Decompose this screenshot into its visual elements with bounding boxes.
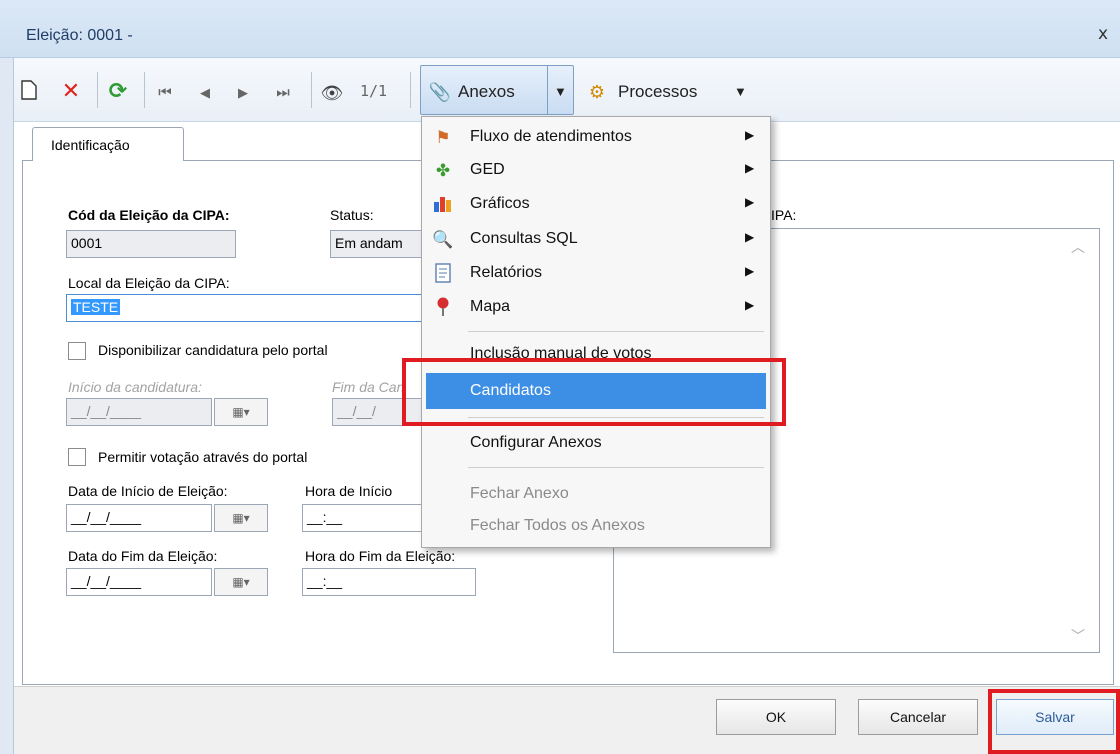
- disponibilizar-label: Disponibilizar candidatura pelo portal: [98, 342, 328, 358]
- toolbar-separator: [311, 72, 312, 108]
- status-label: Status:: [330, 207, 374, 223]
- highlight-box-save: [988, 689, 1120, 754]
- menu-item-fluxo[interactable]: ⚑ Fluxo de atendimentos ▶: [422, 122, 770, 154]
- data-inicio-label: Data de Início de Eleição:: [68, 483, 228, 499]
- cod-eleicao-label: Cód da Eleição da CIPA:: [68, 207, 230, 223]
- submenu-arrow-icon: ▶: [745, 161, 755, 175]
- new-document-icon[interactable]: [18, 80, 40, 106]
- ged-icon: ✤: [435, 161, 451, 180]
- next-record-icon[interactable]: ▶: [232, 80, 254, 106]
- permitir-votacao-label: Permitir votação através do portal: [98, 449, 308, 465]
- chevron-down-icon[interactable]: ▼: [554, 84, 567, 99]
- menu-item-label: Fluxo de atendimentos: [470, 128, 632, 145]
- chevron-down-icon[interactable]: ▼: [734, 84, 747, 99]
- fim-candidatura-label: Fim da Can: [332, 379, 405, 395]
- menu-item-label: GED: [470, 161, 505, 178]
- scroll-up-icon[interactable]: ︿: [1071, 237, 1085, 257]
- menu-item-consultas-sql[interactable]: 🔍 Consultas SQL ▶: [422, 224, 770, 256]
- menu-item-label: Gráficos: [470, 195, 530, 212]
- close-icon[interactable]: x: [1098, 24, 1108, 44]
- calendar-icon[interactable]: ▦▾: [214, 398, 268, 426]
- processes-gear-icon[interactable]: ⚙: [584, 79, 610, 105]
- tab-identificacao[interactable]: Identificação: [32, 127, 184, 161]
- menu-separator: [468, 467, 764, 468]
- window-titlebar: Eleição: 0001 - x: [0, 0, 1120, 58]
- local-eleicao-label: Local da Eleição da CIPA:: [68, 275, 230, 291]
- menu-item-mapa[interactable]: Mapa ▶: [422, 292, 770, 324]
- scroll-down-icon[interactable]: ﹀: [1071, 626, 1085, 646]
- data-fim-input[interactable]: __/__/____: [66, 568, 212, 596]
- report-icon: [432, 263, 454, 285]
- permitir-votacao-checkbox[interactable]: [68, 448, 86, 466]
- right-field-label: IPA:: [771, 207, 797, 223]
- menu-separator: [468, 331, 764, 332]
- local-eleicao-value: TESTE: [71, 299, 121, 315]
- submenu-arrow-icon: ▶: [745, 264, 755, 278]
- menu-item-label: Fechar Todos os Anexos: [470, 517, 645, 534]
- menu-item-graficos[interactable]: Gráficos ▶: [422, 189, 770, 221]
- toolbar-separator: [144, 72, 145, 108]
- inicio-candidatura-input[interactable]: __/__/____: [66, 398, 212, 426]
- menu-item-label: Configurar Anexos: [470, 434, 602, 451]
- menu-item-label: Consultas SQL: [470, 230, 578, 247]
- calendar-icon[interactable]: ▦▾: [214, 568, 268, 596]
- menu-item-relatorios[interactable]: Relatórios ▶: [422, 258, 770, 290]
- calendar-icon[interactable]: ▦▾: [214, 504, 268, 532]
- hora-fim-input[interactable]: __:__: [302, 568, 476, 596]
- menu-item-label: Fechar Anexo: [470, 485, 569, 502]
- hora-fim-label: Hora do Fim da Eleição:: [305, 548, 456, 564]
- anexos-dropdown-menu: ⚑ Fluxo de atendimentos ▶ ✤ GED ▶ Gráfic…: [421, 116, 771, 548]
- inicio-candidatura-label: Início da candidatura:: [68, 379, 202, 395]
- status-select[interactable]: Em andam: [330, 230, 422, 258]
- first-record-icon[interactable]: ⏮: [152, 80, 178, 106]
- ok-button[interactable]: OK: [716, 699, 836, 735]
- last-record-icon[interactable]: ⏭: [270, 80, 296, 106]
- hora-inicio-input[interactable]: __:__: [302, 504, 422, 532]
- toolbar-separator: [97, 72, 98, 108]
- local-eleicao-input[interactable]: TESTE: [66, 294, 422, 322]
- processos-label[interactable]: Processos: [618, 82, 697, 102]
- paperclip-icon: 📎: [428, 82, 452, 102]
- menu-item-label: Mapa: [470, 298, 511, 315]
- submenu-arrow-icon: ▶: [745, 230, 755, 244]
- submenu-arrow-icon: ▶: [745, 195, 755, 209]
- window-title: Eleição: 0001 -: [26, 27, 133, 44]
- submenu-arrow-icon: ▶: [745, 128, 755, 142]
- chart-icon: [432, 194, 454, 216]
- hora-inicio-label: Hora de Início: [305, 483, 393, 499]
- map-pin-icon: [432, 297, 454, 319]
- record-counter: 1/1: [360, 82, 388, 100]
- toolbar-separator: [410, 72, 411, 108]
- disponibilizar-checkbox[interactable]: [68, 342, 86, 360]
- menu-item-ged[interactable]: ✤ GED ▶: [422, 155, 770, 187]
- menu-item-configurar-anexos[interactable]: Configurar Anexos: [422, 428, 770, 460]
- menu-item-fechar-todos-anexos: Fechar Todos os Anexos: [422, 511, 770, 543]
- refresh-icon[interactable]: ⟳: [104, 78, 132, 104]
- binoculars-search-icon[interactable]: 👁: [318, 80, 346, 106]
- tab-label: Identificação: [51, 137, 130, 153]
- delete-icon[interactable]: ✕: [58, 78, 84, 104]
- highlight-box-candidatos: [402, 358, 786, 426]
- sql-query-icon: 🔍: [432, 230, 454, 249]
- anexos-label: Anexos: [458, 82, 515, 101]
- previous-record-icon[interactable]: ◀: [194, 80, 216, 106]
- menu-item-label: Relatórios: [470, 264, 543, 281]
- data-inicio-input[interactable]: __/__/____: [66, 504, 212, 532]
- cancel-button[interactable]: Cancelar: [858, 699, 978, 735]
- menu-item-fechar-anexo: Fechar Anexo: [422, 479, 770, 511]
- flow-icon: ⚑: [435, 128, 451, 147]
- background-app-strip: [0, 0, 14, 754]
- submenu-arrow-icon: ▶: [745, 298, 755, 312]
- data-fim-label: Data do Fim da Eleição:: [68, 548, 218, 564]
- cod-eleicao-field[interactable]: 0001: [66, 230, 236, 258]
